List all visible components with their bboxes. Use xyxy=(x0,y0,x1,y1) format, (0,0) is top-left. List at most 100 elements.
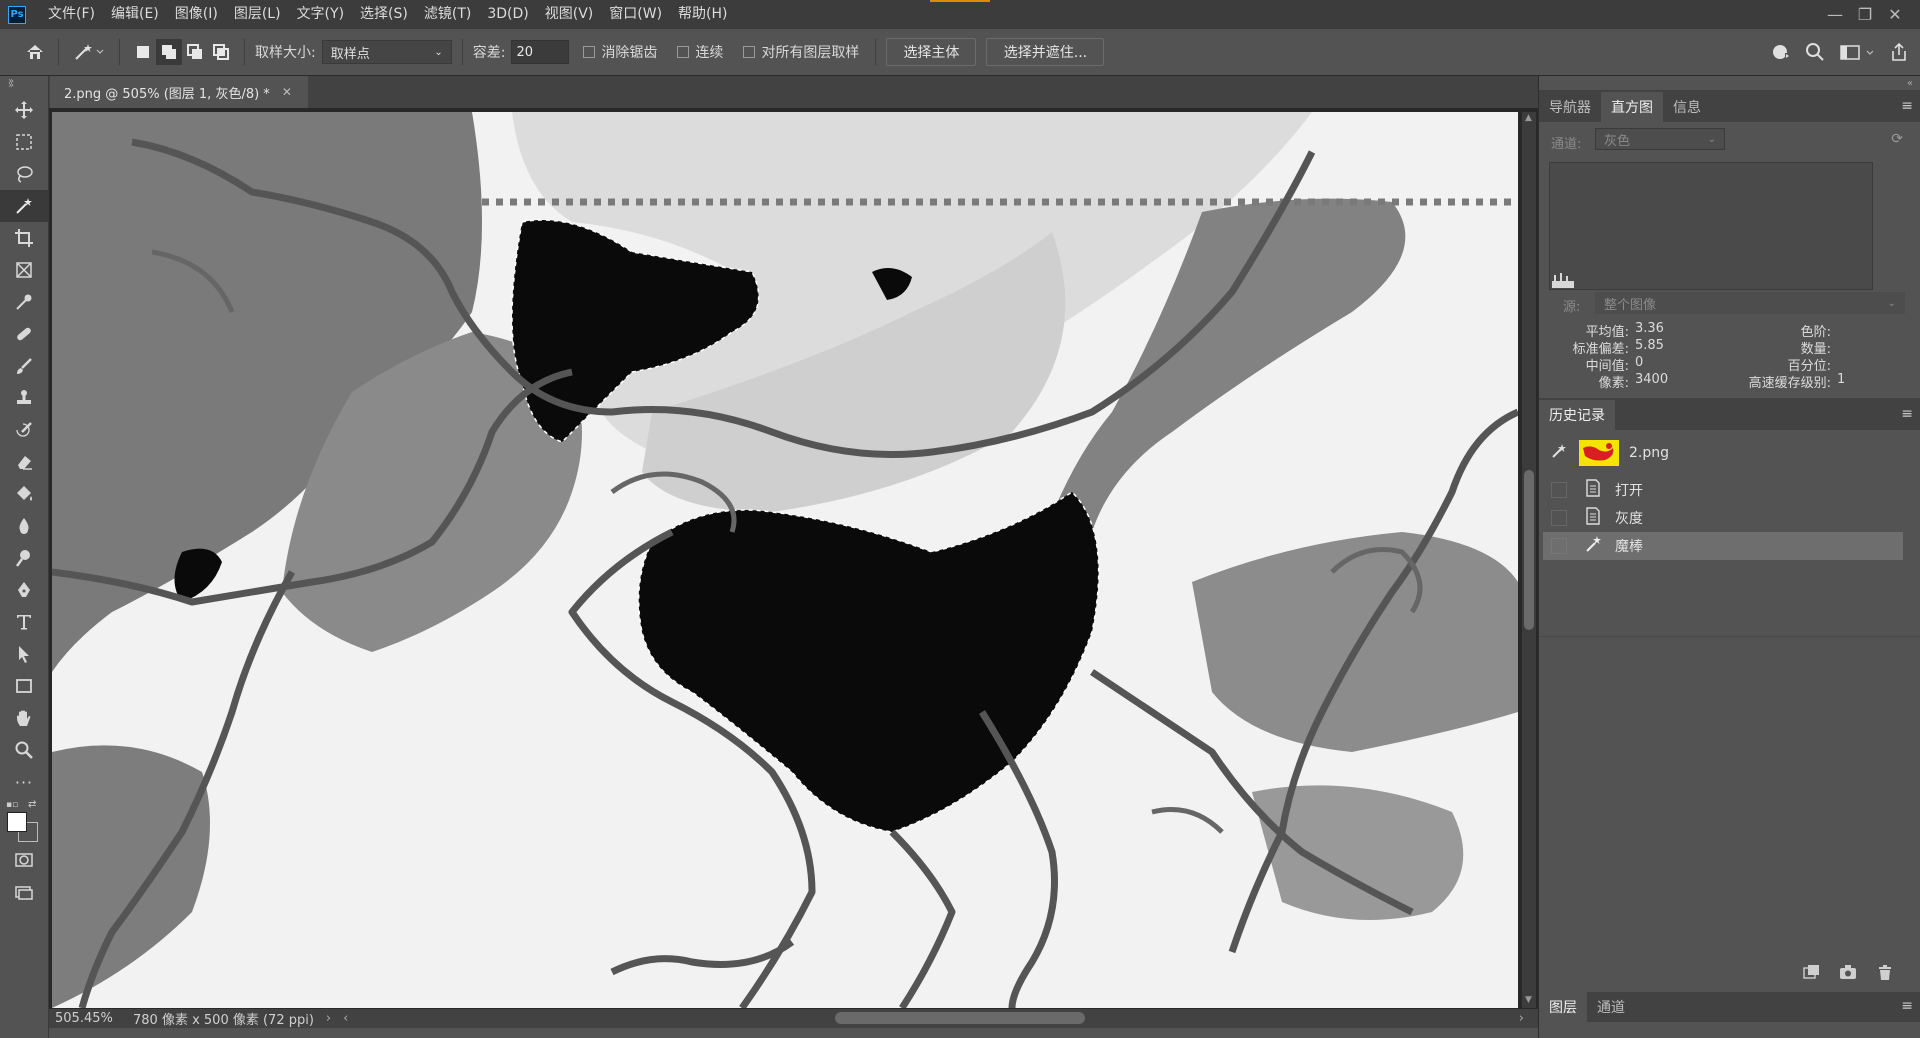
tab-histogram[interactable]: 直方图 xyxy=(1601,92,1663,122)
menu-filter[interactable]: 滤镜(T) xyxy=(416,0,479,29)
rectangle-tool-icon[interactable] xyxy=(0,670,48,702)
new-document-from-state-icon[interactable] xyxy=(1803,964,1821,984)
quick-mask-icon[interactable] xyxy=(0,844,48,876)
dodge-tool-icon[interactable] xyxy=(0,542,48,574)
image-canvas[interactable] xyxy=(52,112,1518,1008)
menu-window[interactable]: 窗口(W) xyxy=(601,0,670,29)
brush-tool-icon[interactable] xyxy=(0,350,48,382)
status-menu-icon[interactable]: › xyxy=(326,1011,331,1026)
menu-edit[interactable]: 编辑(E) xyxy=(103,0,167,29)
history-source-checkbox[interactable] xyxy=(1551,482,1567,498)
collapse-dock-icon[interactable]: « xyxy=(1907,78,1913,89)
menu-view[interactable]: 视图(V) xyxy=(537,0,602,29)
eraser-tool-icon[interactable] xyxy=(0,446,48,478)
move-tool-icon[interactable] xyxy=(0,94,48,126)
panel-menu-icon[interactable]: ≡ xyxy=(1901,98,1913,114)
scroll-left-icon[interactable]: ‹ xyxy=(343,1011,348,1026)
snapshot-label: 2.png xyxy=(1629,445,1670,461)
scroll-down-icon[interactable]: ▼ xyxy=(1525,995,1532,1005)
panel-menu-icon[interactable]: ≡ xyxy=(1901,406,1913,422)
crop-tool-icon[interactable] xyxy=(0,222,48,254)
history-source-checkbox[interactable] xyxy=(1551,538,1567,554)
menu-help[interactable]: 帮助(H) xyxy=(670,0,735,29)
frame-tool-icon[interactable] xyxy=(0,254,48,286)
histogram-graph xyxy=(1549,162,1873,290)
close-window-button[interactable]: ✕ xyxy=(1880,0,1910,29)
clone-stamp-tool-icon[interactable] xyxy=(0,382,48,414)
trash-icon[interactable] xyxy=(1877,964,1893,984)
menu-file[interactable]: 文件(F) xyxy=(40,0,103,29)
separator xyxy=(58,39,59,65)
sample-size-select[interactable]: 取样点 ⌄ xyxy=(321,40,452,64)
default-colors-icon[interactable]: ▪▫ xyxy=(6,800,18,810)
std-value: 5.85 xyxy=(1635,338,1664,353)
healing-brush-tool-icon[interactable] xyxy=(0,318,48,350)
hand-tool-icon[interactable] xyxy=(0,702,48,734)
workspace-icon[interactable] xyxy=(1836,39,1878,65)
scroll-up-icon[interactable]: ▲ xyxy=(1525,113,1532,123)
contiguous-checkbox[interactable] xyxy=(677,46,690,58)
anti-alias-checkbox[interactable] xyxy=(583,46,596,58)
collapse-tab-icon[interactable]: » xyxy=(8,80,14,91)
tolerance-input[interactable]: 20 xyxy=(511,40,570,64)
search-icon[interactable] xyxy=(1802,39,1828,65)
magic-wand-tool-preset-icon[interactable] xyxy=(69,39,109,65)
intersect-selection-icon[interactable] xyxy=(208,39,234,65)
marquee-tool-icon[interactable] xyxy=(0,126,48,158)
swap-colors-icon[interactable]: ⇄ xyxy=(28,799,36,810)
more-tools-icon[interactable]: ··· xyxy=(0,766,48,798)
share-icon[interactable] xyxy=(1886,39,1912,65)
zoom-tool-icon[interactable] xyxy=(0,734,48,766)
menu-select[interactable]: 选择(S) xyxy=(352,0,416,29)
scroll-right-icon[interactable]: › xyxy=(1519,1011,1524,1026)
paint-bucket-tool-icon[interactable] xyxy=(0,478,48,510)
tab-info[interactable]: 信息 xyxy=(1663,92,1711,122)
menu-type[interactable]: 文字(Y) xyxy=(289,0,352,29)
tab-navigator[interactable]: 导航器 xyxy=(1539,92,1601,122)
learn-icon[interactable] xyxy=(1768,39,1794,65)
sample-all-layers-checkbox[interactable] xyxy=(743,46,756,58)
menu-3d[interactable]: 3D(D) xyxy=(479,0,536,29)
history-item-open[interactable]: 打开 xyxy=(1543,476,1903,504)
menu-image[interactable]: 图像(I) xyxy=(167,0,226,29)
source-select[interactable]: 整个图像 ⌄ xyxy=(1595,292,1905,314)
type-tool-icon[interactable] xyxy=(0,606,48,638)
path-selection-tool-icon[interactable] xyxy=(0,638,48,670)
camera-icon[interactable] xyxy=(1839,964,1857,984)
tab-history[interactable]: 历史记录 xyxy=(1539,400,1615,430)
tab-channels[interactable]: 通道 xyxy=(1587,992,1635,1022)
panel-menu-icon[interactable]: ≡ xyxy=(1901,998,1913,1014)
document-tab[interactable]: 2.png @ 505% (图层 1, 灰色/8) * ✕ xyxy=(50,76,308,108)
history-source-checkbox[interactable] xyxy=(1551,510,1567,526)
history-brush-tool-icon[interactable] xyxy=(0,414,48,446)
refresh-icon[interactable]: ⟳ xyxy=(1891,131,1903,147)
screen-mode-icon[interactable] xyxy=(0,876,48,908)
select-and-mask-button[interactable]: 选择并遮住... xyxy=(986,38,1105,66)
history-snapshot[interactable]: 2.png xyxy=(1543,436,1903,470)
foreground-color-swatch[interactable] xyxy=(7,812,27,832)
pen-tool-icon[interactable] xyxy=(0,574,48,606)
new-selection-icon[interactable] xyxy=(130,39,156,65)
menu-layer[interactable]: 图层(L) xyxy=(226,0,289,29)
tab-layers[interactable]: 图层 xyxy=(1539,992,1587,1022)
lasso-tool-icon[interactable] xyxy=(0,158,48,190)
magic-wand-tool-icon[interactable] xyxy=(0,190,48,222)
select-subject-button[interactable]: 选择主体 xyxy=(886,38,977,66)
close-tab-icon[interactable]: ✕ xyxy=(282,85,292,99)
restore-button[interactable]: ❐ xyxy=(1850,0,1880,29)
zoom-level[interactable]: 505.45% xyxy=(49,1011,115,1026)
vertical-scroll-thumb[interactable] xyxy=(1524,470,1534,630)
history-item-grayscale[interactable]: 灰度 xyxy=(1543,504,1903,532)
mean-value: 3.36 xyxy=(1635,321,1664,336)
minimize-button[interactable]: — xyxy=(1820,0,1850,29)
history-brush-source-icon[interactable] xyxy=(1551,443,1573,463)
home-icon[interactable] xyxy=(22,39,48,65)
blur-tool-icon[interactable] xyxy=(0,510,48,542)
channel-select[interactable]: 灰色 ⌄ xyxy=(1595,128,1725,150)
subtract-from-selection-icon[interactable] xyxy=(182,39,208,65)
separator xyxy=(1539,636,1920,637)
eyedropper-tool-icon[interactable] xyxy=(0,286,48,318)
history-item-magic-wand[interactable]: 魔棒 xyxy=(1543,532,1903,560)
horizontal-scroll-thumb[interactable] xyxy=(835,1012,1085,1024)
add-to-selection-icon[interactable] xyxy=(156,39,182,65)
